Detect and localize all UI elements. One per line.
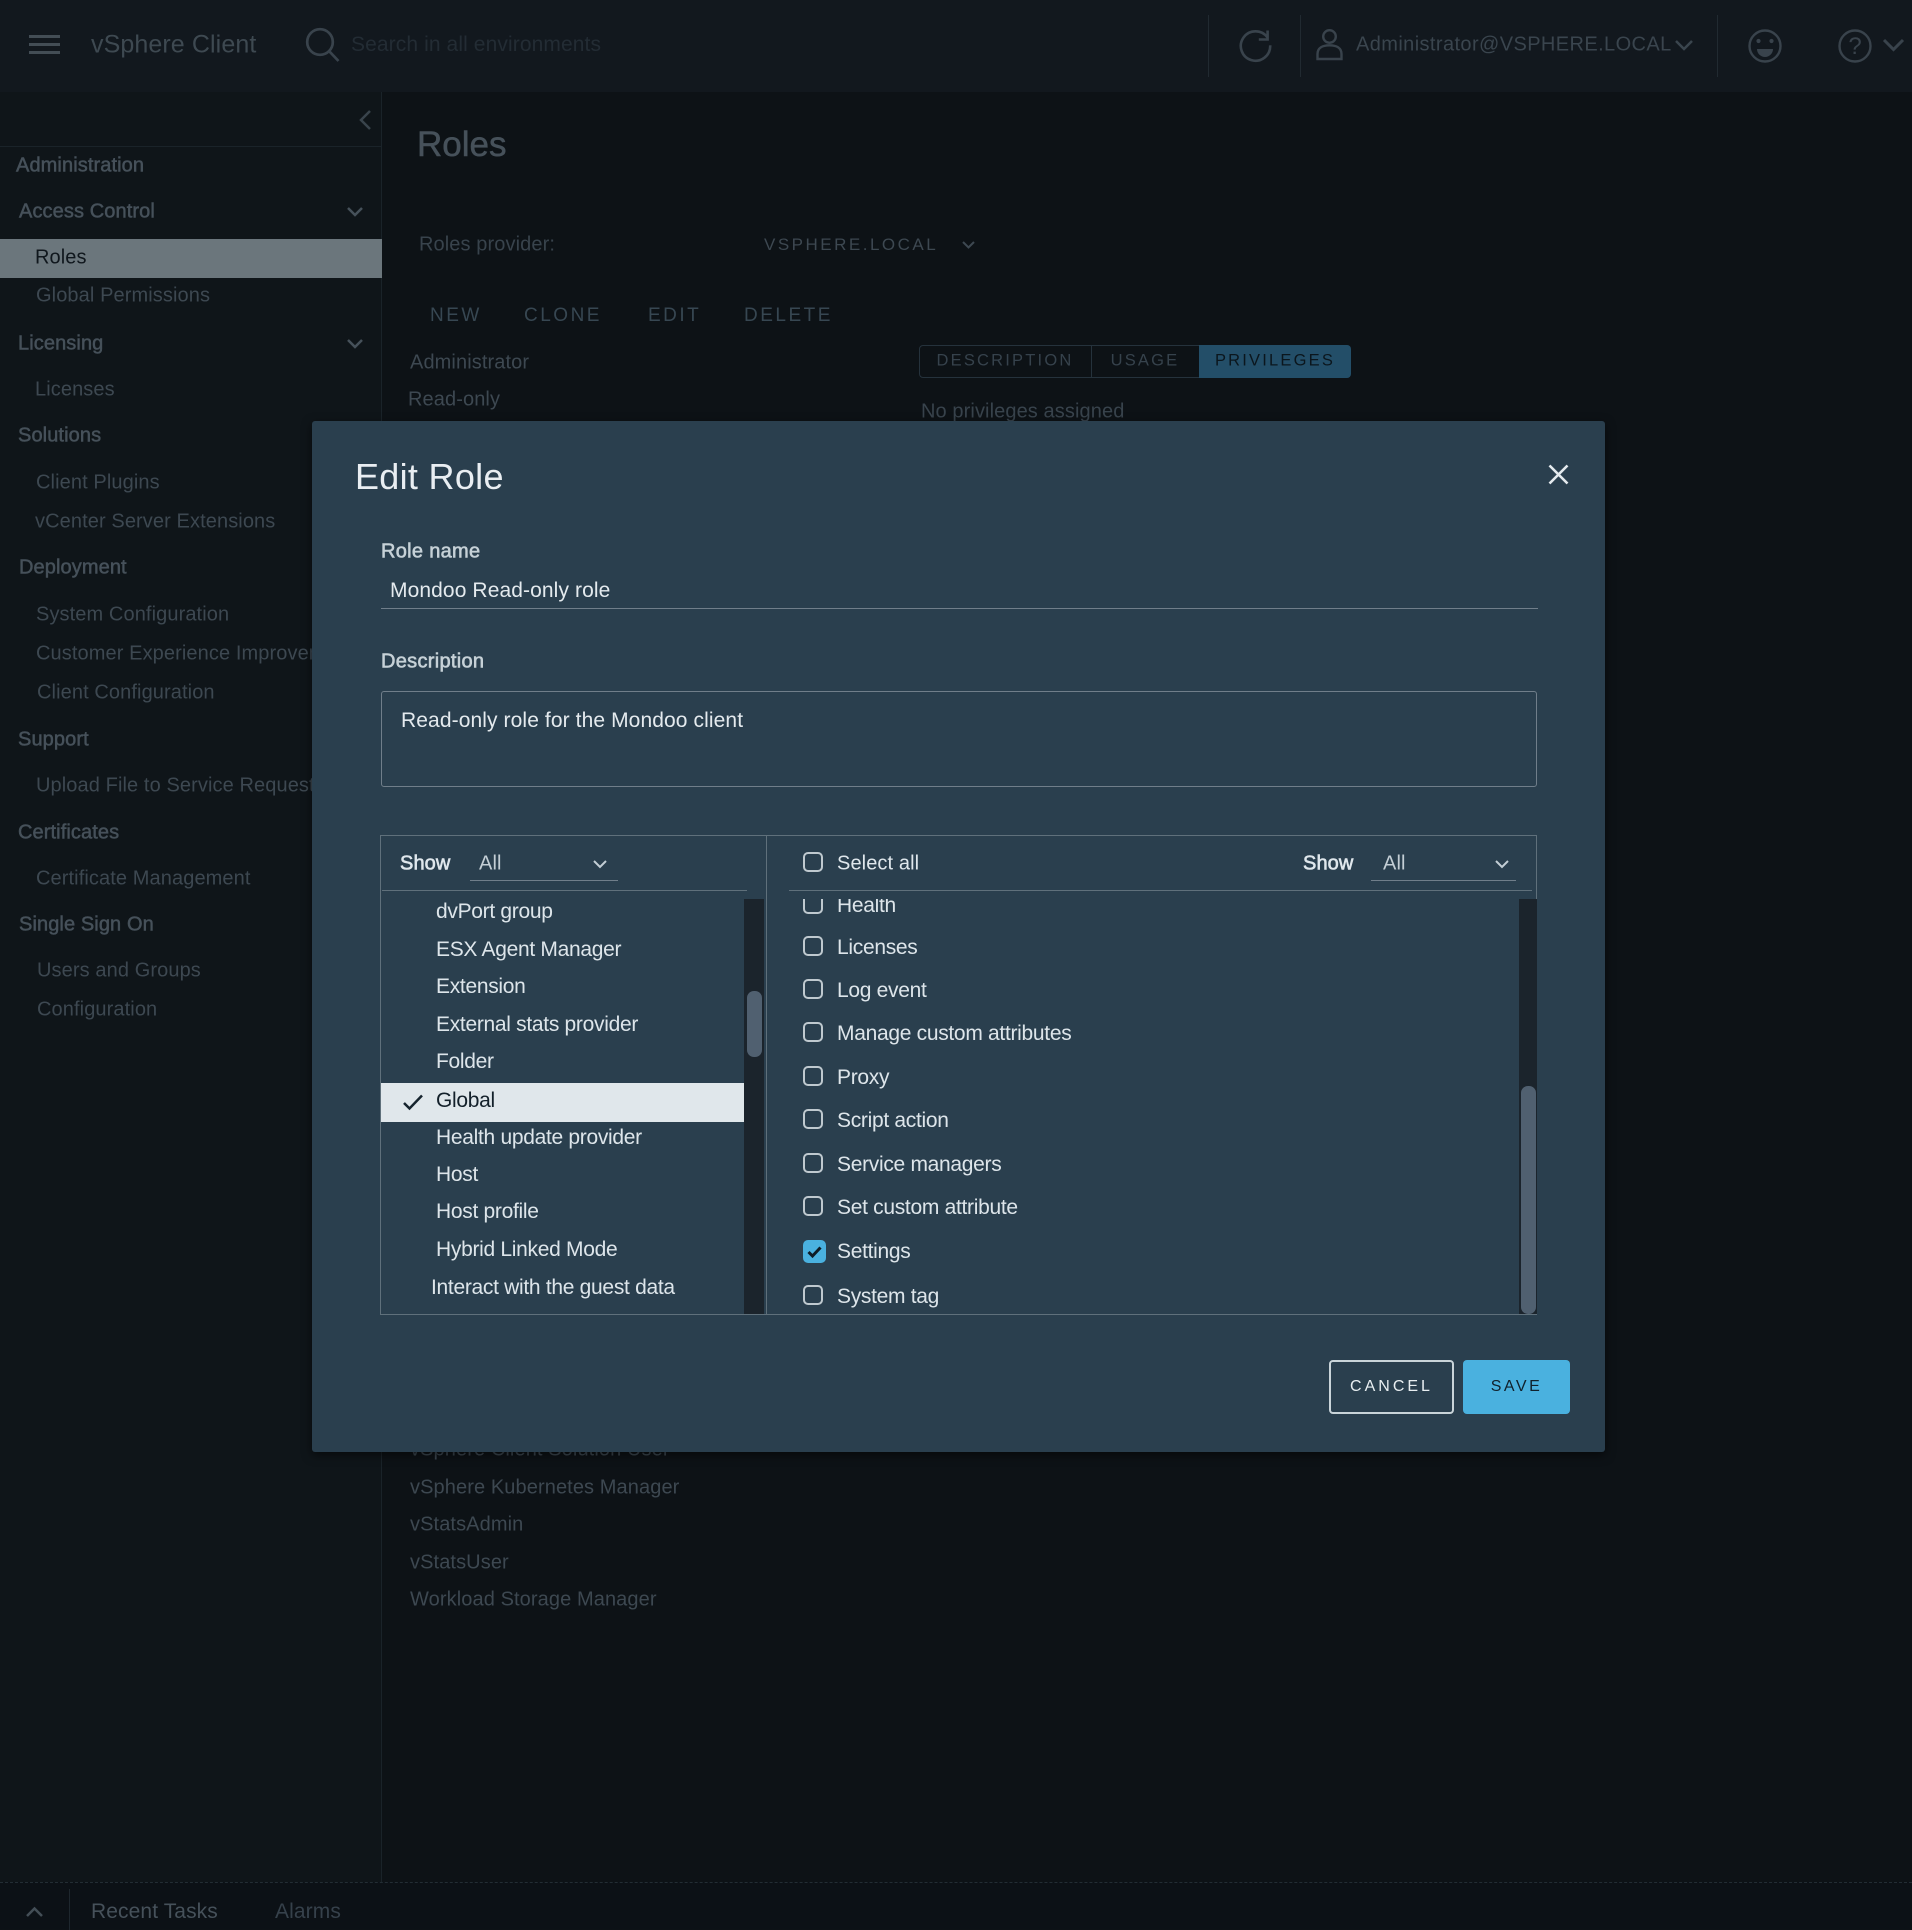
svg-text:?: ? <box>1848 33 1861 60</box>
